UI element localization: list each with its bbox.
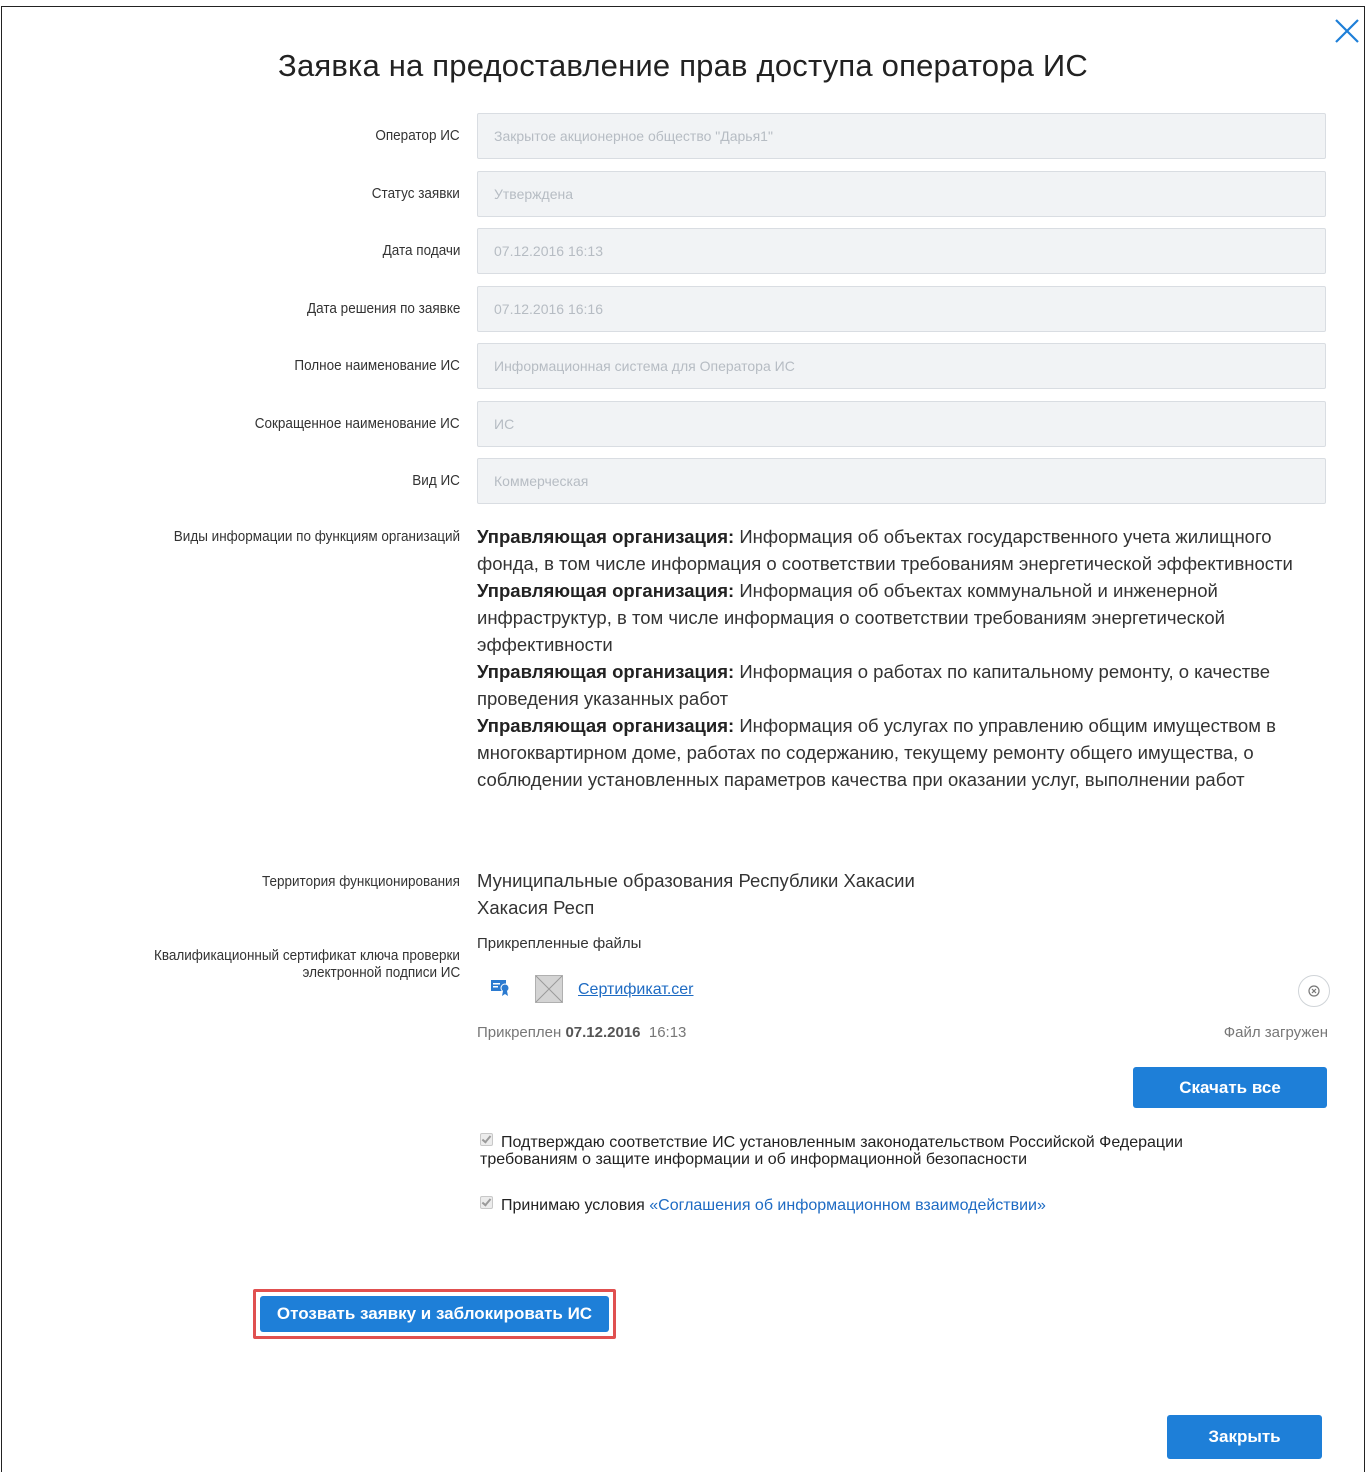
field-operator: Оператор ИС Закрытое акционерное обществ… bbox=[0, 113, 1366, 159]
submit-date-input[interactable]: 07.12.2016 16:13 bbox=[477, 228, 1326, 274]
territory-line: Хакасия Респ bbox=[477, 897, 595, 918]
attached-prefix: Прикреплен bbox=[477, 1024, 562, 1041]
file-status: Файл загружен bbox=[1223, 1024, 1328, 1041]
territory-value: Муниципальные образования Республики Хак… bbox=[477, 867, 915, 921]
confirm-agreement-text: Принимаю условия bbox=[501, 1197, 650, 1214]
function-org: Управляющая организация: bbox=[477, 715, 735, 736]
confirm-security-row: Подтверждаю соответствие ИС установленны… bbox=[480, 1133, 1183, 1168]
field-short-name: Сокращенное наименование ИС ИС bbox=[0, 401, 1366, 447]
field-label: Дата решения по заявке bbox=[306, 300, 460, 317]
full-name-input[interactable]: Информационная система для Оператора ИС bbox=[477, 343, 1326, 389]
field-label: Полное наименование ИС bbox=[294, 357, 460, 374]
certificate-icon bbox=[491, 980, 510, 996]
revoke-highlight: Отозвать заявку и заблокировать ИС bbox=[253, 1289, 616, 1339]
file-link[interactable]: Сертификат.cer bbox=[578, 981, 694, 999]
confirm-security-checkbox[interactable] bbox=[480, 1133, 493, 1146]
territory-label: Территория функционирования bbox=[262, 873, 460, 890]
certificate-label-line1: Квалификационный сертификат ключа провер… bbox=[154, 947, 460, 964]
function-item: Управляющая организация: Информация об у… bbox=[477, 712, 1327, 793]
field-decision-date: Дата решения по заявке 07.12.2016 16:16 bbox=[0, 286, 1366, 332]
confirm-agreement-row: Принимаю условия «Соглашения об информац… bbox=[480, 1196, 1046, 1215]
download-all-button[interactable]: Скачать все bbox=[1133, 1067, 1327, 1108]
confirm-agreement-checkbox[interactable] bbox=[480, 1196, 493, 1209]
remove-file-button[interactable] bbox=[1298, 975, 1330, 1007]
decision-date-input[interactable]: 07.12.2016 16:16 bbox=[477, 286, 1326, 332]
field-status: Статус заявки Утверждена bbox=[0, 171, 1366, 217]
field-submit-date: Дата подачи 07.12.2016 16:13 bbox=[0, 228, 1366, 274]
file-row: Сертификат.cer bbox=[490, 975, 1330, 1007]
dialog-title: Заявка на предоставление прав доступа оп… bbox=[278, 48, 1088, 83]
functions-list: Управляющая организация: Информация об о… bbox=[477, 523, 1327, 793]
attached-time: 16:13 bbox=[648, 1024, 687, 1041]
field-label: Статус заявки bbox=[371, 185, 460, 202]
confirm-security-text-2: требованиям о защите информации и об инф… bbox=[480, 1151, 1028, 1168]
attached-date: 07.12.2016 bbox=[565, 1024, 641, 1041]
function-org: Управляющая организация: bbox=[477, 526, 735, 547]
territory-line: Муниципальные образования Республики Хак… bbox=[477, 870, 915, 891]
close-button[interactable]: Закрыть bbox=[1167, 1415, 1322, 1459]
revoke-button[interactable]: Отозвать заявку и заблокировать ИС bbox=[260, 1296, 609, 1332]
status-input[interactable]: Утверждена bbox=[477, 171, 1326, 217]
attached-files-label: Прикрепленные файлы bbox=[477, 935, 642, 952]
attached-info: Прикреплен 07.12.2016 16:13 bbox=[477, 1024, 686, 1041]
field-full-name: Полное наименование ИС Информационная си… bbox=[0, 343, 1366, 389]
operator-input[interactable]: Закрытое акционерное общество "Дарья1" bbox=[477, 113, 1326, 159]
field-label: Дата подачи bbox=[382, 242, 460, 259]
agreement-link[interactable]: «Соглашения об информационном взаимодейс… bbox=[649, 1197, 1046, 1214]
function-item: Управляющая организация: Информация о ра… bbox=[477, 658, 1327, 712]
close-icon[interactable] bbox=[1332, 16, 1362, 46]
close-circle-icon bbox=[1308, 985, 1320, 997]
field-label: Оператор ИС bbox=[375, 127, 460, 144]
field-is-type: Вид ИС Коммерческая bbox=[0, 458, 1366, 504]
function-item: Управляющая организация: Информация об о… bbox=[477, 523, 1327, 577]
file-thumbnail-icon bbox=[535, 975, 563, 1003]
functions-label: Виды информации по функциям организаций bbox=[173, 528, 460, 545]
short-name-input[interactable]: ИС bbox=[477, 401, 1326, 447]
field-label: Сокращенное наименование ИС bbox=[255, 415, 460, 432]
function-org: Управляющая организация: bbox=[477, 580, 735, 601]
field-label: Вид ИС bbox=[412, 472, 460, 489]
confirm-security-text: Подтверждаю соответствие ИС установленны… bbox=[501, 1134, 1183, 1151]
function-item: Управляющая организация: Информация об о… bbox=[477, 577, 1327, 658]
certificate-label-line2: электронной подписи ИС bbox=[302, 964, 460, 981]
is-type-input[interactable]: Коммерческая bbox=[477, 458, 1326, 504]
function-org: Управляющая организация: bbox=[477, 661, 735, 682]
